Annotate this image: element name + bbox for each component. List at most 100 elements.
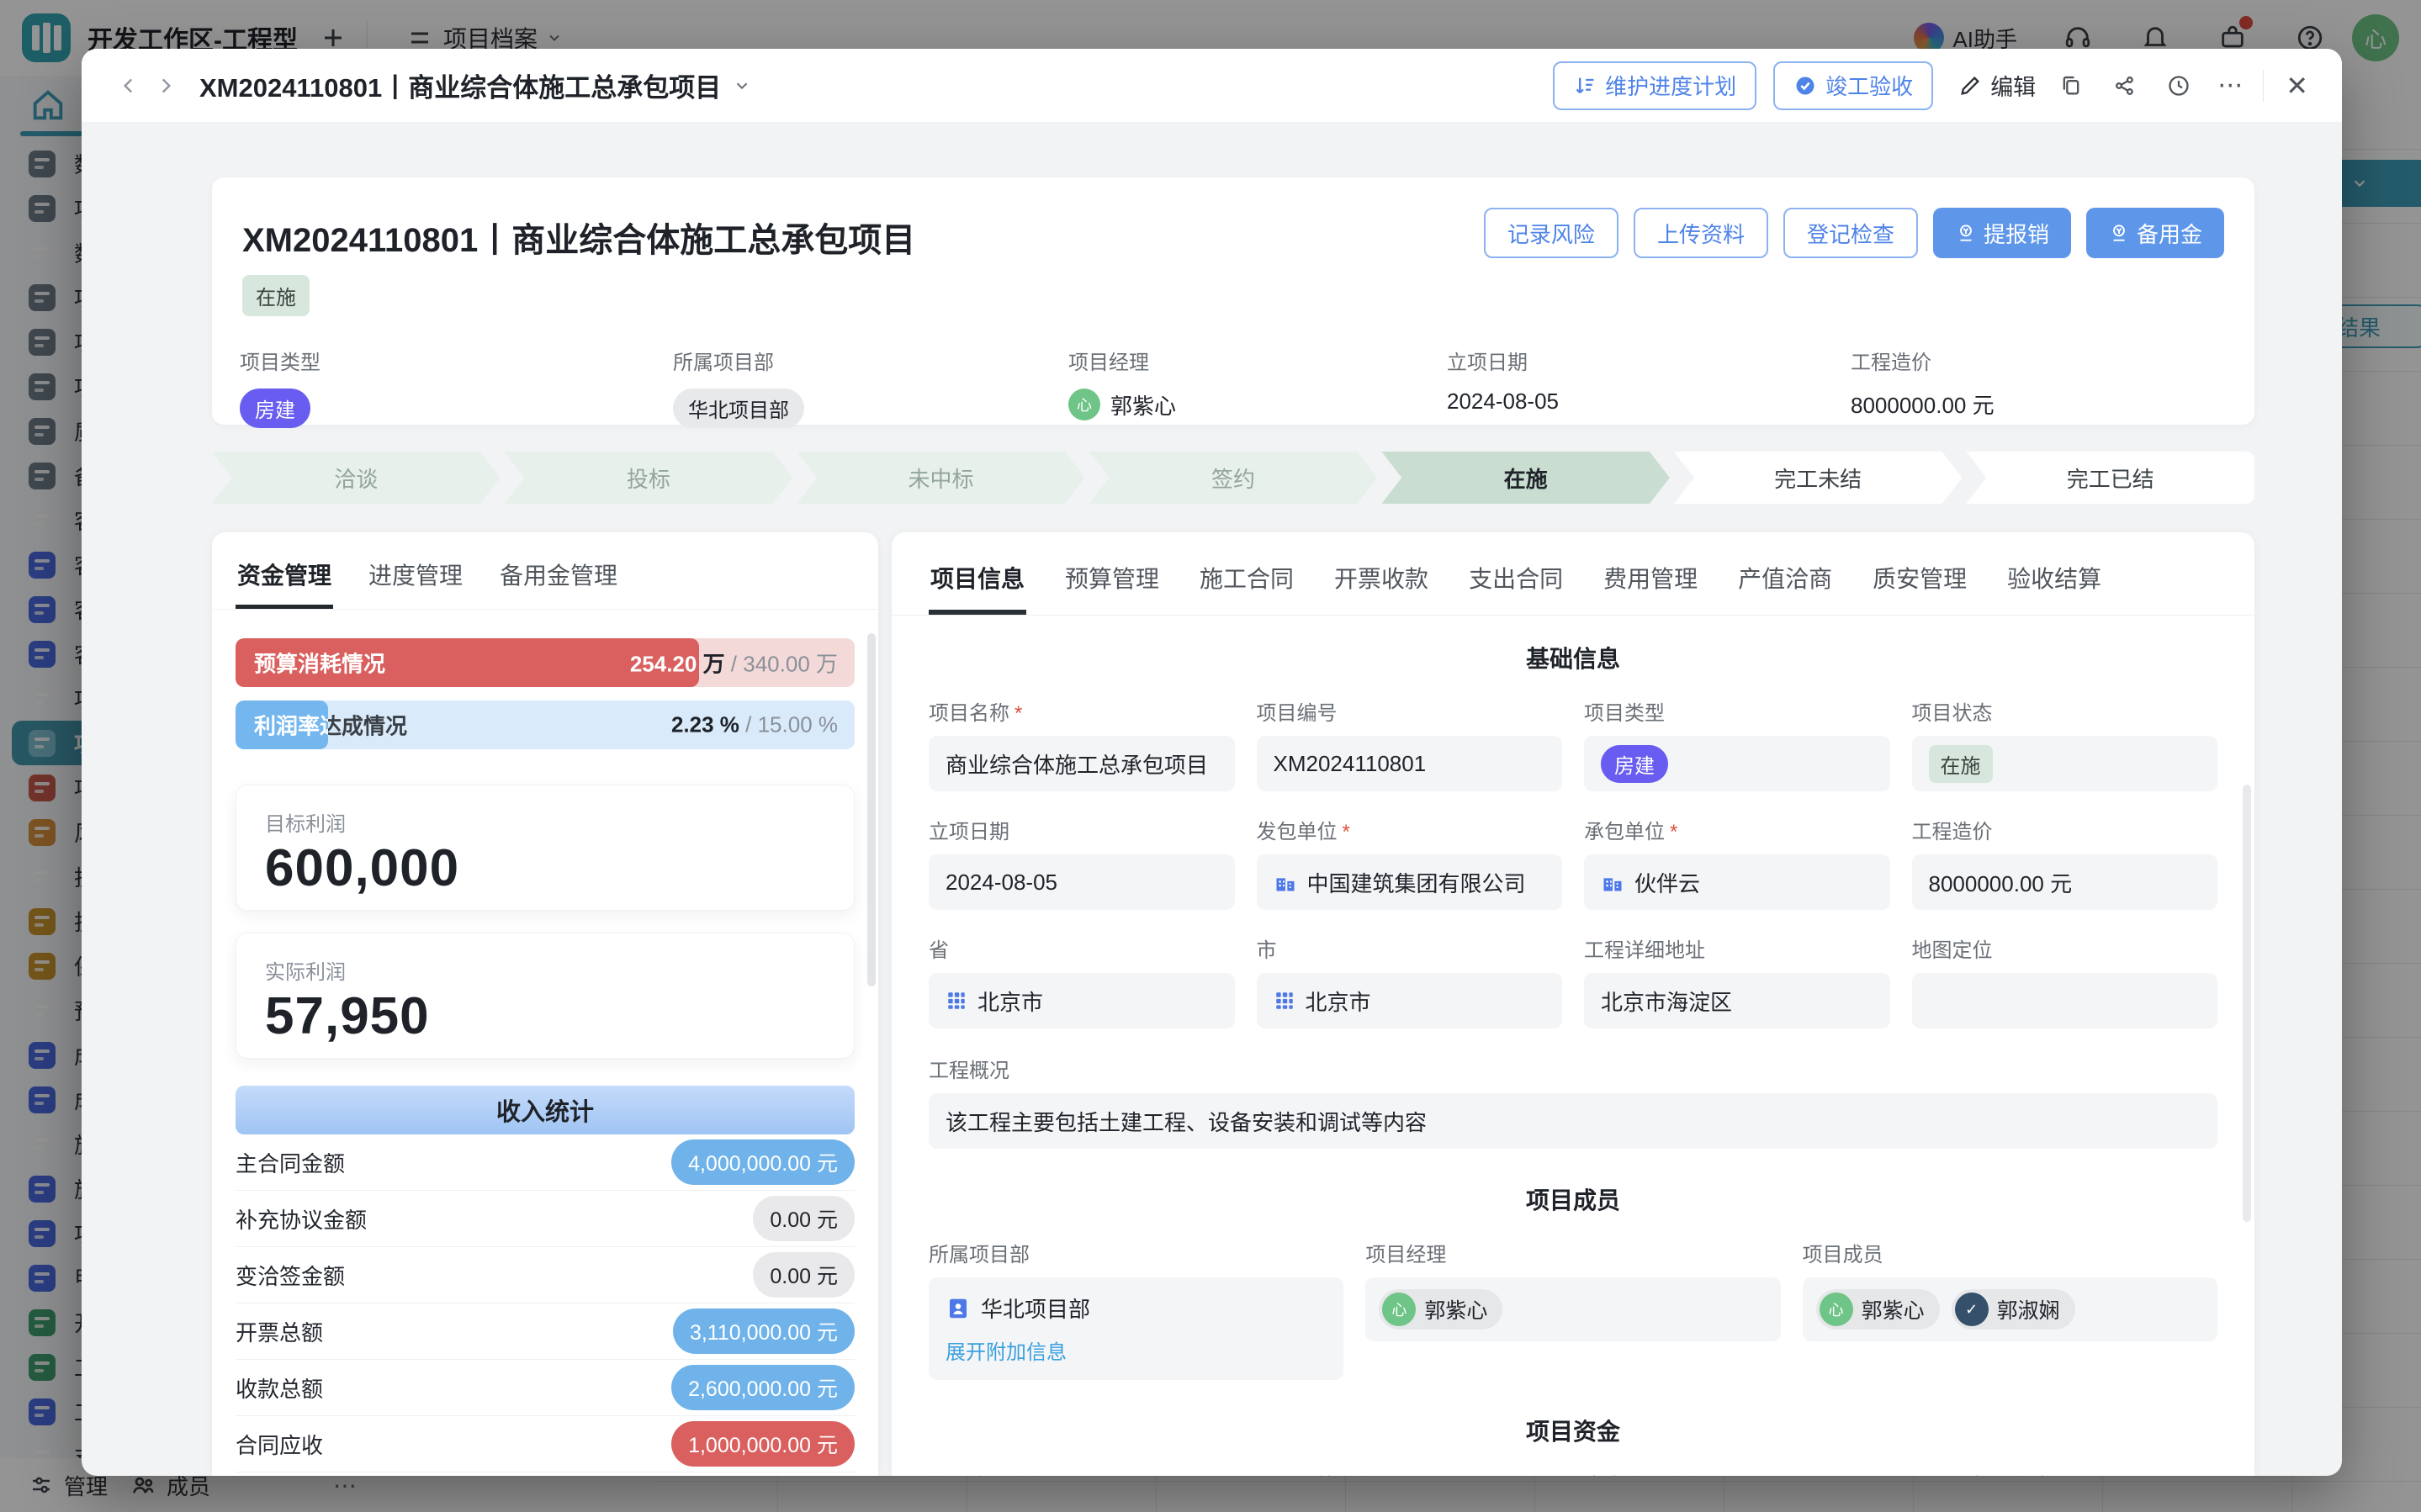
- project-info-tab[interactable]: 施工合同: [1198, 554, 1295, 615]
- project-info-tab[interactable]: 支出合同: [1467, 554, 1565, 615]
- form-field-value[interactable]: 商业综合体施工总承包项目: [929, 736, 1235, 791]
- overview-value[interactable]: 该工程主要包括土建工程、设备安装和调试等内容: [929, 1093, 2217, 1149]
- stage-step-label: 投标: [627, 463, 670, 494]
- finance-tab-label: 资金管理: [237, 563, 331, 589]
- stage-step-label: 在施: [1504, 463, 1548, 494]
- stage-step[interactable]: 未中标: [797, 452, 1085, 504]
- form-field-value[interactable]: 房建: [1584, 736, 1890, 791]
- project-info-tab[interactable]: 质安管理: [1871, 554, 1968, 615]
- members-list-label: 项目成员: [1803, 1238, 2217, 1267]
- money-icon: [1955, 222, 1977, 244]
- income-row-label: 补充协议金额: [236, 1203, 367, 1234]
- member-pill[interactable]: ✓ 郭淑娴: [1952, 1289, 2075, 1330]
- finance-tab-label: 备用金管理: [500, 563, 617, 589]
- expand-info-link[interactable]: 展开附加信息: [946, 1335, 1327, 1365]
- copy-icon[interactable]: [2053, 67, 2090, 104]
- stage-step[interactable]: 完工未结: [1674, 452, 1963, 504]
- summary-field-value: 8000000.00 元: [1851, 389, 1995, 420]
- completion-acceptance-button[interactable]: 竣工验收: [1773, 61, 1933, 110]
- form-field-label: 项目名称*: [929, 696, 1235, 726]
- income-statistics-button[interactable]: 收入统计: [236, 1086, 855, 1134]
- close-icon[interactable]: ✕: [2281, 70, 2313, 102]
- finance-tab-label: 进度管理: [368, 563, 463, 589]
- prev-record-button[interactable]: [110, 67, 147, 104]
- summary-action-button[interactable]: 提报销: [1933, 208, 2071, 258]
- form-field-label: 项目编号: [1257, 696, 1563, 726]
- finance-tab[interactable]: 进度管理: [367, 549, 464, 609]
- target-profit-label: 目标利润: [265, 807, 825, 837]
- member-pill[interactable]: 心 郭紫心: [1379, 1289, 1502, 1330]
- project-info-tab-label: 质安管理: [1873, 566, 1967, 592]
- members-value-box[interactable]: 心 郭紫心 ✓ 郭淑娴: [1803, 1277, 2217, 1341]
- history-clock-icon[interactable]: [2160, 67, 2197, 104]
- summary-field-label: 项目类型: [240, 346, 321, 375]
- project-info-tab[interactable]: 产值洽商: [1736, 554, 1834, 615]
- project-info-tab[interactable]: 验收结算: [2005, 554, 2103, 615]
- dept-value-box[interactable]: 华北项目部 展开附加信息: [929, 1277, 1343, 1380]
- form-field-label: 工程造价: [1912, 815, 2218, 844]
- income-rows: 主合同金额 4,000,000.00 元 补充协议金额 0.00 元 变洽签金额…: [236, 1134, 855, 1472]
- section-title-members: 项目成员: [929, 1182, 2217, 1216]
- form-field-label: 地图定位: [1912, 933, 2218, 963]
- form-field-value[interactable]: 中国建筑集团有限公司: [1257, 854, 1563, 910]
- actual-profit-card: 实际利润 57,950: [236, 933, 855, 1059]
- income-row: 收款总额 2,600,000.00 元: [236, 1360, 855, 1416]
- income-row-value: 0.00 元: [753, 1252, 855, 1298]
- share-icon[interactable]: [2106, 67, 2143, 104]
- modal-header: XM2024110801丨商业综合体施工总承包项目 维护进度计划 竣工验收 编辑: [82, 49, 2342, 123]
- summary-action-button[interactable]: 记录风险: [1484, 208, 1618, 258]
- summary-action-button[interactable]: 登记检查: [1783, 208, 1918, 258]
- project-summary-card: XM2024110801丨商业综合体施工总承包项目 在施 记录风险: [212, 177, 2254, 425]
- stage-step[interactable]: 洽谈: [212, 452, 501, 504]
- project-info-tab[interactable]: 项目信息: [929, 554, 1026, 615]
- form-field-value[interactable]: [1912, 973, 2218, 1028]
- form-field-value[interactable]: 8000000.00 元: [1912, 854, 2218, 910]
- stage-step[interactable]: 完工已结: [1966, 452, 2254, 504]
- project-info-tab-label: 费用管理: [1603, 566, 1698, 592]
- form-field: 工程造价 8000000.00 元: [1912, 815, 2218, 910]
- summary-action-button[interactable]: 备用金: [2086, 208, 2224, 258]
- form-field-value[interactable]: 北京市: [1257, 973, 1563, 1028]
- next-record-button[interactable]: [147, 67, 184, 104]
- summary-action-button[interactable]: 上传资料: [1634, 208, 1768, 258]
- member-avatar: 心: [1820, 1293, 1853, 1326]
- profit-rate-bar: 利润率达成情况 2.23 % / 15.00 % 利润率达成情况 2.23 % …: [236, 700, 855, 749]
- manager-value-box[interactable]: 心 郭紫心: [1365, 1277, 1780, 1341]
- left-panel-scrollbar[interactable]: [867, 633, 876, 986]
- finance-tab[interactable]: 备用金管理: [498, 549, 619, 609]
- more-actions-button[interactable]: ⋯: [2214, 71, 2246, 100]
- project-info-tab[interactable]: 预算管理: [1063, 554, 1161, 615]
- summary-field-label: 所属项目部: [673, 346, 804, 375]
- stage-step[interactable]: 投标: [505, 452, 793, 504]
- project-info-tab-label: 产值洽商: [1738, 566, 1832, 592]
- project-info-tab[interactable]: 开票收款: [1332, 554, 1430, 615]
- member-pill[interactable]: 心 郭紫心: [1816, 1289, 1940, 1330]
- badge-check-icon: [1793, 74, 1817, 98]
- stage-step[interactable]: 签约: [1089, 452, 1378, 504]
- stage-step-label: 签约: [1211, 463, 1255, 494]
- form-field-value[interactable]: 北京市海淀区: [1584, 973, 1890, 1028]
- form-field-value[interactable]: 2024-08-05: [929, 854, 1235, 910]
- stage-step[interactable]: 在施: [1381, 452, 1670, 504]
- income-row-value: 0.00 元: [753, 1196, 855, 1241]
- form-field-value[interactable]: 在施: [1912, 736, 2218, 791]
- fund-field-label: 项目预算总额: [1257, 1469, 1563, 1476]
- summary-action-label: 记录风险: [1507, 218, 1595, 249]
- right-panel-scrollbar[interactable]: [2243, 785, 2251, 1222]
- form-field-value[interactable]: XM2024110801: [1257, 736, 1563, 791]
- summary-action-label: 备用金: [2137, 218, 2202, 249]
- maintain-schedule-button[interactable]: 维护进度计划: [1553, 61, 1756, 110]
- form-field-label: 发包单位*: [1257, 815, 1563, 844]
- form-field-value[interactable]: 北京市: [929, 973, 1235, 1028]
- member-avatar: 心: [1068, 389, 1100, 420]
- member-name: 郭紫心: [1424, 1294, 1487, 1324]
- income-row-label: 开票总额: [236, 1316, 323, 1347]
- summary-field-value: 2024-08-05: [1447, 389, 1559, 415]
- project-info-tab[interactable]: 费用管理: [1602, 554, 1699, 615]
- title-dropdown-icon[interactable]: [733, 77, 751, 95]
- stage-step-label: 洽谈: [334, 463, 378, 494]
- form-field-value[interactable]: 伙伴云: [1584, 854, 1890, 910]
- finance-tab[interactable]: 资金管理: [236, 549, 333, 609]
- edit-button[interactable]: 编辑: [1958, 69, 2036, 102]
- form-field-label: 立项日期: [929, 815, 1235, 844]
